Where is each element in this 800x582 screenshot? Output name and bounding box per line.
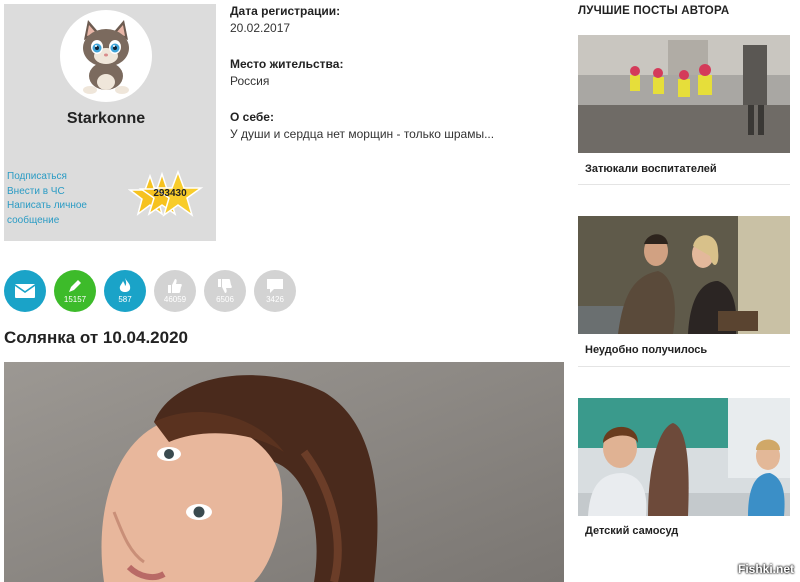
classroom-photo: [578, 398, 790, 516]
posts-stat[interactable]: 15157: [54, 270, 96, 312]
best-post-caption-1[interactable]: Затюкали воспитателей: [585, 163, 717, 175]
best-post-thumb-3[interactable]: [578, 398, 790, 516]
likes-count: 46059: [163, 295, 187, 304]
best-post-thumb-2[interactable]: [578, 216, 790, 334]
best-post-thumb-1[interactable]: [578, 35, 790, 153]
avatar[interactable]: [60, 10, 152, 102]
thumbs-down-icon: [218, 279, 232, 293]
post-title[interactable]: Солянка от 10.04.2020: [4, 328, 188, 348]
divider: [578, 184, 790, 185]
subscribe-link[interactable]: Подписаться: [7, 170, 117, 185]
about-label: О себе:: [230, 110, 274, 124]
cat-avatar-icon: [83, 20, 129, 94]
comments-count: 3426: [266, 295, 284, 304]
blacklist-link[interactable]: Внести в ЧС: [7, 185, 117, 200]
comments-stat[interactable]: 3426: [254, 270, 296, 312]
posts-count: 15157: [63, 295, 87, 304]
mail-icon: [15, 284, 35, 298]
flame-icon: [119, 278, 131, 292]
portrait-photo: [4, 362, 564, 582]
pen-icon: [69, 280, 81, 292]
divider: [578, 366, 790, 367]
location-label: Место жительства:: [230, 57, 344, 71]
dislikes-count: 6506: [216, 295, 234, 304]
registration-label: Дата регистрации:: [230, 4, 341, 18]
profile-info: Дата регистрации: 20.02.2017 Место жител…: [230, 4, 550, 163]
hot-count: 587: [118, 295, 132, 304]
dislikes-stat[interactable]: 6506: [204, 270, 246, 312]
thumbs-up-icon: [168, 279, 182, 293]
about-value: У души и сердца нет морщин - только шрам…: [230, 127, 495, 141]
username: Starkonne: [66, 110, 146, 127]
profile-actions: Подписаться Внести в ЧС Написать личное …: [7, 170, 117, 228]
likes-stat[interactable]: 46059: [154, 270, 196, 312]
location-value: Россия: [230, 74, 270, 88]
site-watermark: Fishki.net: [737, 562, 794, 576]
message-link[interactable]: Написать личное сообщение: [7, 199, 117, 228]
mail-button[interactable]: [4, 270, 46, 312]
hot-stat[interactable]: 587: [104, 270, 146, 312]
post-image[interactable]: [4, 362, 564, 582]
comment-icon: [267, 279, 283, 293]
couple-photo: [578, 216, 790, 334]
rating-value: 293430: [153, 188, 187, 199]
registration-value: 20.02.2017: [230, 21, 291, 35]
best-post-caption-2[interactable]: Неудобно получилось: [585, 344, 707, 356]
kids-street-photo: [578, 35, 790, 153]
best-posts-heading: ЛУЧШИЕ ПОСТЫ АВТОРА: [578, 5, 730, 17]
best-post-caption-3[interactable]: Детский самосуд: [585, 525, 678, 537]
